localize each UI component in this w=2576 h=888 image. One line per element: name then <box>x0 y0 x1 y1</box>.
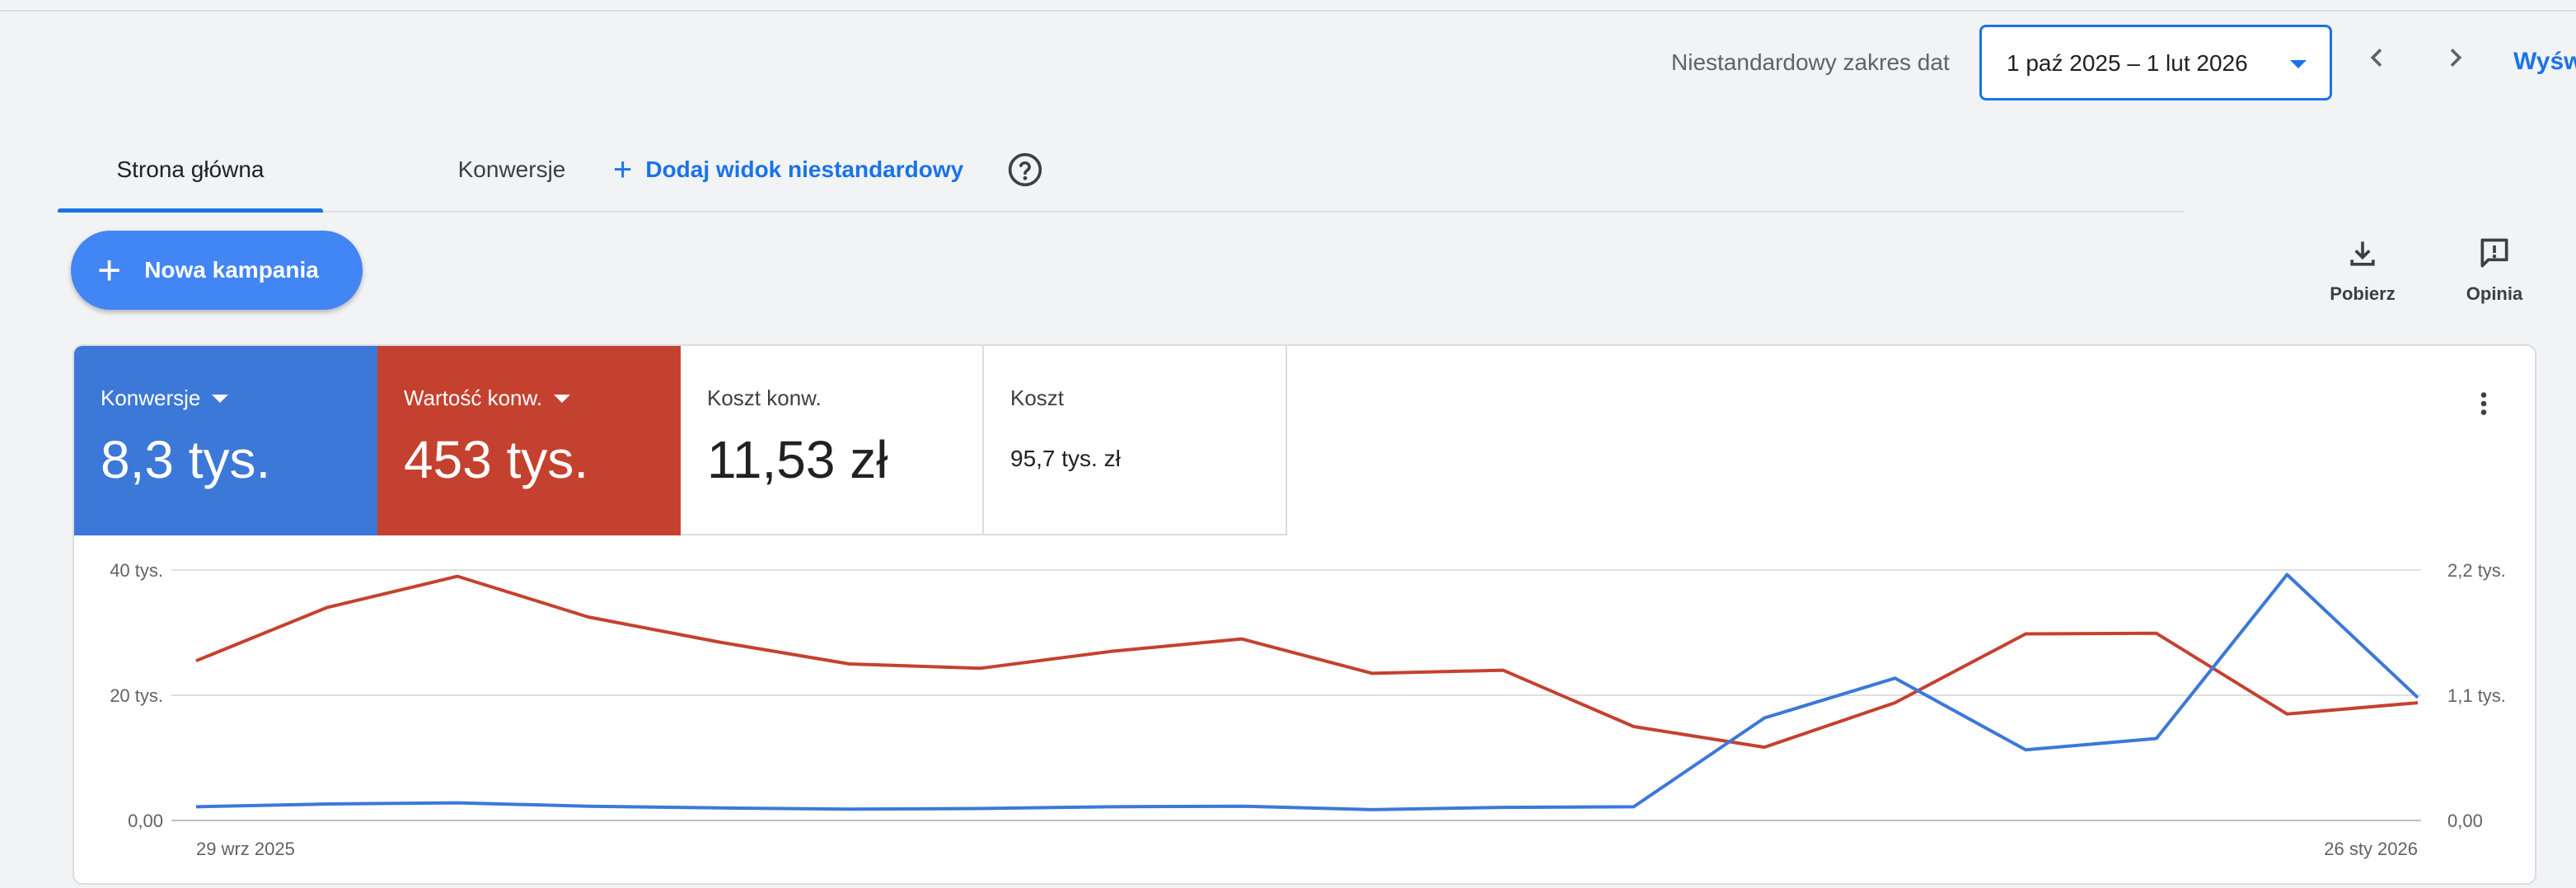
tab-label: Strona główna <box>116 157 265 182</box>
plus-icon: + <box>97 247 122 293</box>
left-axis-tick-label: 20 tys. <box>110 685 163 706</box>
help-button[interactable] <box>1007 152 1043 188</box>
add-custom-view-button[interactable]: + Dodaj widok niestandardowy <box>613 147 963 193</box>
tab-home[interactable]: Strona główna <box>58 147 323 213</box>
series-line-conversions <box>195 573 2419 811</box>
feedback-label: Opinia <box>2466 283 2523 304</box>
right-axis-tick-label: 0,00 <box>2447 811 2483 831</box>
feedback-button[interactable]: Opinia <box>2441 236 2548 305</box>
download-label: Pobierz <box>2330 283 2396 304</box>
x-axis-start-label: 29 wrz 2025 <box>196 839 295 859</box>
download-button[interactable]: Pobierz <box>2309 236 2416 305</box>
date-range-label: Niestandardowy zakres dat <box>1671 49 1950 75</box>
help-icon <box>1008 152 1042 187</box>
x-axis-end-label: 26 sty 2026 <box>2324 839 2418 859</box>
new-campaign-label: Nowa kampania <box>144 257 319 283</box>
chevron-left-icon <box>2370 49 2382 67</box>
tab-label: Konwersje <box>457 157 566 182</box>
add-view-label: Dodaj widok niestandardowy <box>645 157 964 182</box>
performance-chart: 0,00 0,00 20 tys. 1,1 tys. 40 tys. 2,2 tys. 29… <box>110 560 2506 859</box>
date-range-picker[interactable]: 1 paź 2025 – 1 lut 2026 <box>1979 25 2332 100</box>
previous-period-button[interactable] <box>2358 40 2395 76</box>
left-axis-tick-label: 40 tys. <box>110 560 163 581</box>
dropdown-arrow-icon <box>2290 60 2307 68</box>
right-axis-tick-label: 1,1 tys. <box>2447 685 2506 706</box>
right-axis-tick-label: 2,2 tys. <box>2447 560 2506 581</box>
next-period-button[interactable] <box>2438 40 2474 76</box>
feedback-icon <box>2480 238 2508 268</box>
series-line-conversion-value <box>195 574 2419 750</box>
left-axis-tick-label: 0,00 <box>128 811 163 831</box>
active-tab-indicator <box>58 208 323 213</box>
top-divider <box>0 10 2576 12</box>
chevron-right-icon <box>2450 49 2462 67</box>
date-range-value: 1 paź 2025 – 1 lut 2026 <box>2007 50 2248 76</box>
new-campaign-button[interactable]: + Nowa kampania <box>71 231 363 310</box>
performance-card: Konwersje 8,3 tys. Wartość konw. 453 tys… <box>73 344 2536 885</box>
tab-bar: Strona główna Konwersje <box>58 147 2184 213</box>
view-link[interactable]: Wyśw <box>2513 48 2576 76</box>
tab-conversions[interactable]: Konwersje <box>396 147 628 211</box>
download-icon <box>2350 241 2375 266</box>
plus-icon: + <box>613 152 633 188</box>
